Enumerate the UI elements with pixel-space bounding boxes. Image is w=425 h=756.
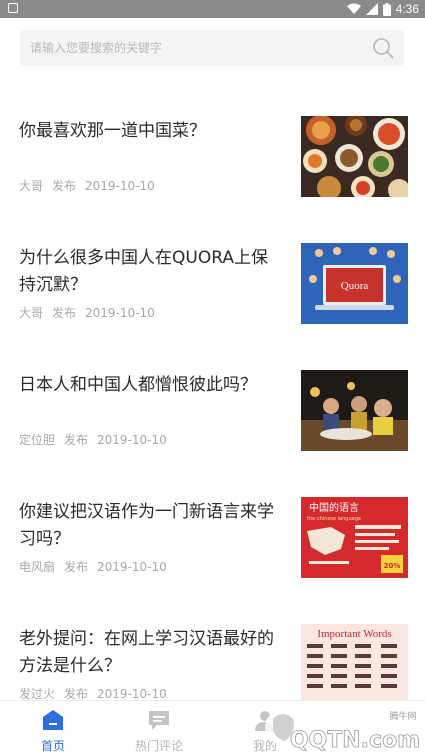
article-meta: 定位胆 发布 2019-10-10 bbox=[19, 431, 176, 448]
watermark-label: QQTN.com bbox=[290, 728, 420, 753]
article-title[interactable]: 日本人和中国人都憎恨彼此吗？ bbox=[19, 372, 277, 399]
article-title[interactable]: 你最喜欢那一道中国菜？ bbox=[19, 118, 277, 145]
article-action: 发布 bbox=[64, 433, 89, 447]
quora-laptop-illustration: Quora bbox=[301, 243, 408, 324]
home-icon bbox=[43, 710, 63, 730]
article-action: 发布 bbox=[64, 687, 89, 701]
article-thumbnail[interactable]: Important Words bbox=[301, 624, 408, 700]
article-author: 定位胆 bbox=[19, 433, 56, 447]
thumbnail-percent: 20% bbox=[384, 562, 401, 570]
search-bar[interactable] bbox=[20, 30, 404, 66]
article-date: 2019-10-10 bbox=[97, 560, 167, 574]
signal-icon bbox=[365, 3, 378, 15]
thumbnail-label: 中国的语言 bbox=[309, 501, 359, 514]
site-watermark: 腾牛网 QQTN.com bbox=[265, 709, 421, 753]
comment-icon bbox=[149, 711, 169, 730]
article-action: 发布 bbox=[52, 179, 77, 193]
article-date: 2019-10-10 bbox=[85, 306, 155, 320]
article-thumbnail[interactable]: Quora bbox=[301, 243, 408, 324]
watermark-sublabel: 腾牛网 bbox=[389, 710, 416, 722]
people-dining-photo bbox=[301, 370, 408, 451]
article-meta: 大哥 发布 2019-10-10 bbox=[19, 304, 164, 321]
article-action: 发布 bbox=[52, 306, 77, 320]
article-thumbnail[interactable]: 中国的语言 the chinese language 20% bbox=[301, 497, 408, 578]
important-words-poster: Important Words bbox=[301, 624, 408, 700]
article-thumbnail[interactable] bbox=[301, 370, 408, 451]
food-photo bbox=[301, 116, 408, 197]
battery-icon bbox=[382, 2, 391, 16]
article-item[interactable]: 你最喜欢那一道中国菜？ 大哥 发布 2019-10-10 bbox=[0, 116, 425, 226]
article-author: 大哥 bbox=[19, 179, 44, 193]
article-meta: 大哥 发布 2019-10-10 bbox=[19, 177, 164, 194]
article-author: 大哥 bbox=[19, 306, 44, 320]
thumbnail-label: Quora bbox=[341, 280, 369, 292]
tab-label: 首页 bbox=[40, 739, 65, 753]
status-bar: 4:36 bbox=[0, 0, 425, 18]
status-time: 4:36 bbox=[395, 2, 419, 16]
search-icon[interactable] bbox=[372, 37, 394, 59]
wifi-icon bbox=[346, 3, 361, 14]
article-author: 电风扇 bbox=[19, 560, 56, 574]
thumbnail-sublabel: the chinese language bbox=[307, 516, 361, 522]
article-author: 发过火 bbox=[19, 687, 56, 701]
article-date: 2019-10-10 bbox=[85, 179, 155, 193]
article-item[interactable]: 为什么很多中国人在QUORA上保持沉默？ 大哥 发布 2019-10-10 Quor… bbox=[0, 243, 425, 353]
article-meta: 电风扇 发布 2019-10-10 bbox=[19, 558, 176, 575]
article-title[interactable]: 老外提问：在网上学习汉语最好的方法是什么？ bbox=[19, 626, 277, 680]
chinese-language-poster: 中国的语言 the chinese language 20% bbox=[301, 497, 408, 578]
article-item[interactable]: 你建议把汉语作为一门新语言来学习吗？ 电风扇 发布 2019-10-10 中国的语言… bbox=[0, 497, 425, 607]
thumbnail-label: Important Words bbox=[317, 628, 391, 640]
article-title[interactable]: 你建议把汉语作为一门新语言来学习吗？ bbox=[19, 499, 277, 553]
tab-label: 热门评论 bbox=[134, 739, 183, 753]
article-date: 2019-10-10 bbox=[97, 687, 167, 701]
article-item[interactable]: 日本人和中国人都憎恨彼此吗？ 定位胆 发布 2019-10-10 bbox=[0, 370, 425, 480]
article-date: 2019-10-10 bbox=[97, 433, 167, 447]
search-input[interactable] bbox=[30, 30, 360, 66]
tab-hot-comments[interactable]: 热门评论 bbox=[106, 701, 212, 756]
article-thumbnail[interactable] bbox=[301, 116, 408, 197]
tab-home[interactable]: 首页 bbox=[0, 701, 106, 756]
article-title[interactable]: 为什么很多中国人在QUORA上保持沉默？ bbox=[19, 245, 277, 299]
notification-icon bbox=[8, 3, 18, 13]
article-action: 发布 bbox=[64, 560, 89, 574]
